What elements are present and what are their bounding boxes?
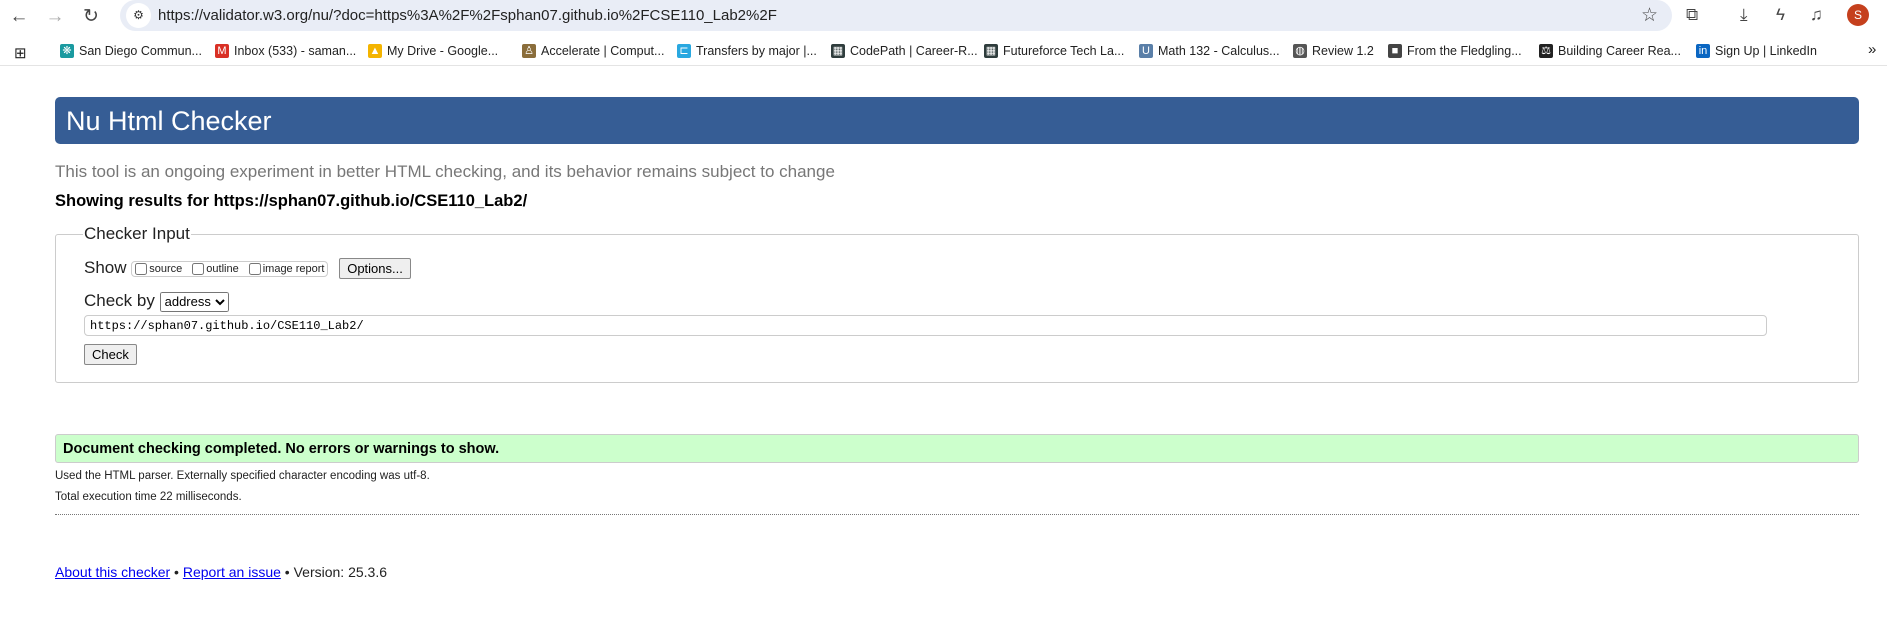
checker-input-legend: Checker Input [84,224,190,243]
bookmark-label: Futureforce Tech La... [1003,44,1125,58]
document-url-input[interactable] [84,315,1767,336]
ucla-icon: U [1139,44,1153,58]
footer: About this checker • Report an issue • V… [55,564,388,580]
bookmark-label: Building Career Rea... [1558,44,1681,58]
bookmark-label: Inbox (533) - saman... [234,44,357,58]
tagline: This tool is an ongoing experiment in be… [55,162,835,181]
show-image-report[interactable]: image report [248,262,325,275]
bookmark-label: Review 1.2 [1312,44,1374,58]
source-checkbox[interactable] [135,262,148,275]
bookmark-label: San Diego Commun... [79,44,202,58]
reload-button[interactable]: ↻ [78,4,104,30]
bookmark-label: Transfers by major |... [696,44,817,58]
transfers-icon: ⊏ [677,44,691,58]
about-link[interactable]: About this checker [55,564,170,580]
bookmark-item[interactable]: ⊏ Transfers by major |... [677,44,817,58]
version: Version: 25.3.6 [293,564,388,580]
parser-info: Used the HTML parser. Externally specifi… [55,470,430,482]
show-options: source outline image report [131,260,329,277]
bookmark-star-icon[interactable]: ☆ [1641,4,1658,27]
bookmark-item[interactable]: ❋ San Diego Commun... [60,44,202,58]
media-icon[interactable]: ♫ [1810,5,1823,25]
check-by-label: Check by [84,291,155,310]
gmail-icon: M [215,44,229,58]
showing-results: Showing results for https://sphan07.gith… [55,192,528,210]
site-info-icon[interactable]: ⚙ [126,3,151,28]
bookmark-item[interactable]: U Math 132 - Calculus... [1139,44,1280,58]
check-by-select[interactable]: address [159,291,229,312]
futureforce-icon: ▦ [984,44,998,58]
divider [55,514,1859,515]
show-source[interactable]: source [135,262,183,275]
report-issue-link[interactable]: Report an issue [183,564,281,580]
bookmark-item[interactable]: ▦ Futureforce Tech La... [984,44,1124,58]
bookmark-item[interactable]: ◍ Review 1.2 [1293,44,1374,58]
drive-icon: ▲ [368,44,382,58]
bookmark-label: Sign Up | LinkedIn [1715,44,1817,58]
accelerate-icon: ♙ [522,44,536,58]
extensions-icon[interactable]: ⧉ [1686,5,1698,25]
checker-input-fieldset: Checker Input [55,224,1859,383]
outline-label: outline [206,262,239,275]
check-by-row: Check by address [84,291,229,312]
bookmark-item[interactable]: ▲ My Drive - Google... [368,44,498,58]
address-url[interactable]: https://validator.w3.org/nu/?doc=https%3… [158,7,777,24]
performance-icon[interactable]: ϟ [1776,5,1785,25]
codepath-icon: ▦ [831,44,845,58]
bookmark-label: From the Fledgling... [1407,44,1522,58]
bookmark-item[interactable]: M Inbox (533) - saman... [215,44,356,58]
linkedin-icon: in [1696,44,1710,58]
career-icon: ⚖ [1539,44,1553,58]
globe-icon: ◍ [1293,44,1307,58]
bookmark-item[interactable]: ⚖ Building Career Rea... [1539,44,1681,58]
options-button[interactable]: Options... [339,258,411,279]
bookmark-label: CodePath | Career-R... [850,44,978,58]
source-label: source [149,262,183,275]
sd-icon: ❋ [60,44,74,58]
cube-icon: ■ [1388,44,1402,58]
browser-toolbar: ← → ↻ ⚙ https://validator.w3.org/nu/?doc… [0,0,1887,34]
bookmark-label: Accelerate | Comput... [541,44,665,58]
bookmark-item[interactable]: ▦ CodePath | Career-R... [831,44,978,58]
image-report-checkbox[interactable] [248,262,261,275]
bookmarks-overflow[interactable]: » [1868,41,1876,58]
show-row: Show source outline image report Options… [84,258,411,279]
bookmark-item[interactable]: ■ From the Fledgling... [1388,44,1522,58]
bookmark-label: Math 132 - Calculus... [1158,44,1280,58]
address-bar[interactable]: ⚙ https://validator.w3.org/nu/?doc=https… [120,0,1672,31]
forward-button[interactable]: → [42,4,68,30]
download-icon[interactable]: ⤓ [1740,5,1748,25]
bookmark-item[interactable]: in Sign Up | LinkedIn [1696,44,1817,58]
success-message: Document checking completed. No errors o… [55,434,1859,463]
bookmark-item[interactable]: ♙ Accelerate | Comput... [522,44,664,58]
bookmarks-bar: ⊞ ❋ San Diego Commun... M Inbox (533) - sam… [0,38,1887,66]
image-report-label: image report [262,262,325,275]
apps-icon[interactable]: ⊞ [14,44,27,62]
show-outline[interactable]: outline [192,262,239,275]
show-label: Show [84,258,127,277]
page-title: Nu Html Checker [55,97,1859,144]
outline-checkbox[interactable] [192,262,205,275]
profile-avatar[interactable]: S [1847,4,1869,26]
bookmark-label: My Drive - Google... [387,44,499,58]
back-button[interactable]: ← [6,4,32,30]
check-button[interactable]: Check [84,344,137,365]
execution-time: Total execution time 22 milliseconds. [55,491,242,503]
